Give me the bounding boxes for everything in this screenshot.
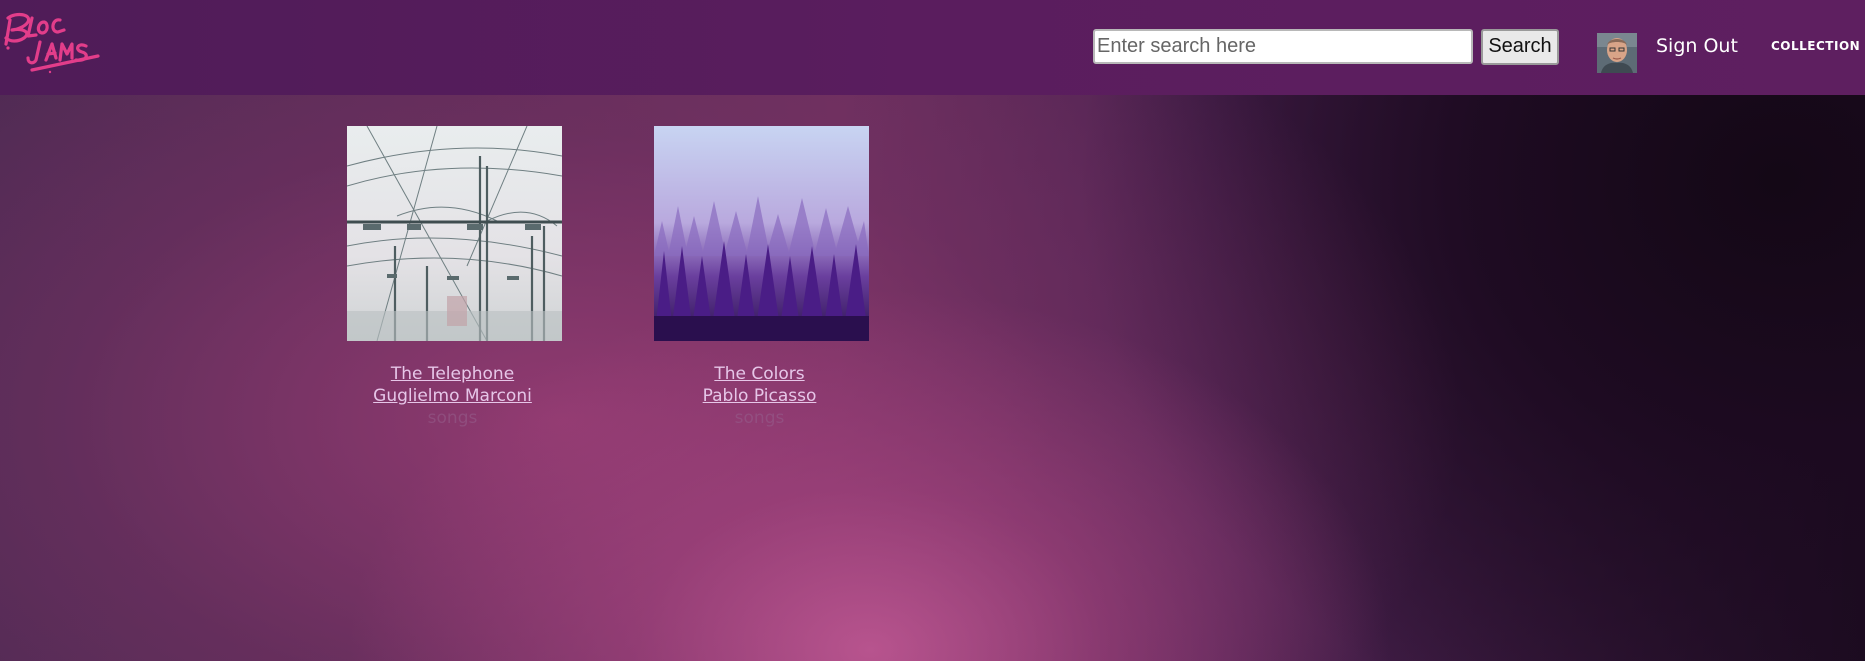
search-input[interactable] <box>1093 29 1473 64</box>
sign-out-link[interactable]: Sign Out <box>1656 35 1738 57</box>
collection-nav-link[interactable]: COLLECTION <box>1771 39 1860 53</box>
album-card: The Colors Pablo Picasso songs <box>654 126 869 429</box>
album-info: The Telephone Guglielmo Marconi songs <box>345 363 560 429</box>
album-title-link[interactable]: The Colors <box>652 363 867 385</box>
search-button[interactable]: Search <box>1481 29 1559 65</box>
album-card: The Telephone Guglielmo Marconi songs <box>347 126 562 429</box>
album-artist-link[interactable]: Guglielmo Marconi <box>345 385 560 407</box>
album-cover-image[interactable] <box>347 126 562 341</box>
album-cover-image[interactable] <box>654 126 869 341</box>
bloc-jams-logo[interactable] <box>2 8 102 78</box>
site-header: Search Sign Out COLLECTION <box>0 0 1865 95</box>
album-title-link[interactable]: The Telephone <box>345 363 560 385</box>
album-info: The Colors Pablo Picasso songs <box>652 363 867 429</box>
album-artist-link[interactable]: Pablo Picasso <box>652 385 867 407</box>
user-avatar[interactable] <box>1597 33 1637 73</box>
album-songs-label: songs <box>427 408 478 428</box>
album-songs-label: songs <box>734 408 785 428</box>
